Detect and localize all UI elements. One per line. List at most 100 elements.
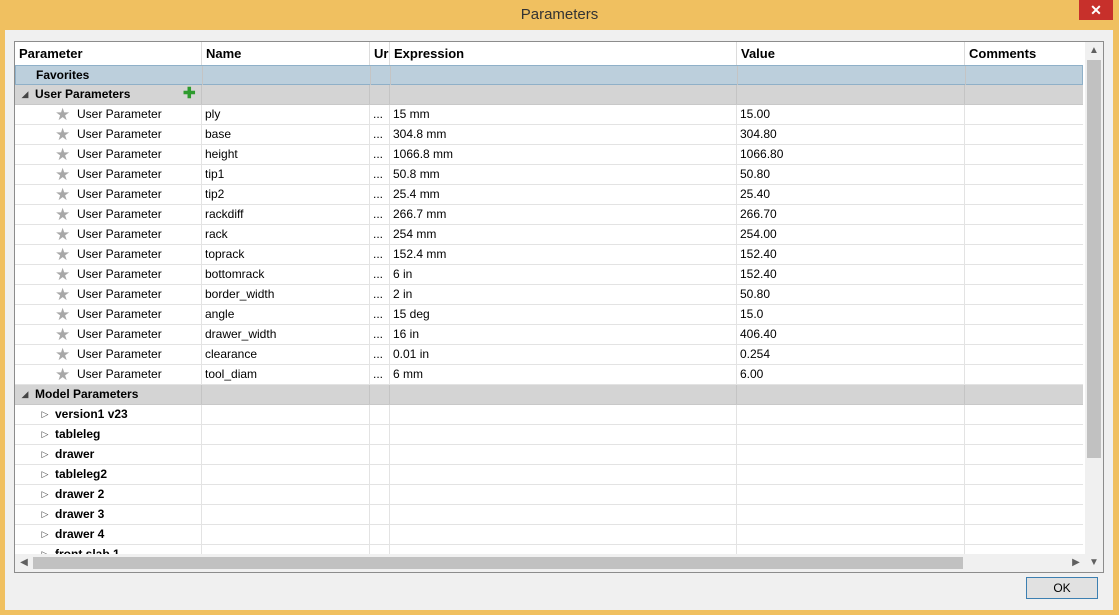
model-parameter-row[interactable]: ▷ drawer 2	[15, 485, 1083, 505]
empty-cell	[965, 405, 1083, 424]
parameter-expression: 6 mm	[390, 365, 737, 384]
user-parameter-row[interactable]: ★ User Parameter rackdiff... 266.7 mm 266.70	[15, 205, 1083, 225]
parameter-value: 406.40	[737, 325, 965, 344]
user-parameter-row[interactable]: ★ User Parameter tip2... 25.4 mm 25.40	[15, 185, 1083, 205]
user-parameter-row[interactable]: ★ User Parameter bottomrack... 6 in 152.40	[15, 265, 1083, 285]
parameter-comment	[965, 185, 1083, 204]
parameter-expression: 254 mm	[390, 225, 737, 244]
empty-cell	[965, 385, 1083, 404]
model-parameter-row[interactable]: ▷ drawer	[15, 445, 1083, 465]
user-parameter-row[interactable]: ★ User Parameter drawer_width... 16 in 406.4…	[15, 325, 1083, 345]
parameter-expression: 6 in	[390, 265, 737, 284]
empty-cell	[202, 85, 370, 104]
user-parameter-row[interactable]: ★ User Parameter tool_diam... 6 mm 6.00	[15, 365, 1083, 385]
parameter-type: User Parameter	[15, 185, 202, 204]
parameter-expression: 25.4 mm	[390, 185, 737, 204]
parameter-unit-button: ...	[370, 325, 390, 344]
user-parameters-group-row[interactable]: ◢ User Parameters ✚	[15, 85, 1083, 105]
user-parameter-row[interactable]: ★ User Parameter base... 304.8 mm 304.80	[15, 125, 1083, 145]
parameter-type: User Parameter	[15, 145, 202, 164]
parameter-name: bottomrack	[202, 265, 370, 284]
close-button[interactable]: ✕	[1079, 0, 1113, 20]
scroll-down-icon[interactable]: ▼	[1085, 554, 1103, 572]
parameter-comment	[965, 145, 1083, 164]
parameter-value: 6.00	[737, 365, 965, 384]
parameter-unit-button: ...	[370, 345, 390, 364]
empty-cell	[390, 465, 737, 484]
parameter-name: border_width	[202, 285, 370, 304]
scroll-right-icon[interactable]: ▶	[1067, 554, 1085, 572]
parameter-type: User Parameter	[15, 365, 202, 384]
empty-cell	[390, 545, 737, 554]
model-parameters-group-row[interactable]: ◢ Model Parameters	[15, 385, 1083, 405]
parameter-unit-button: ...	[370, 185, 390, 204]
empty-cell	[202, 545, 370, 554]
scroll-left-icon[interactable]: ◀	[15, 554, 33, 572]
favorites-group-row[interactable]: Favorites	[15, 65, 1083, 85]
add-parameter-icon[interactable]: ✚	[183, 85, 196, 103]
empty-cell	[737, 405, 965, 424]
parameter-value: 152.40	[737, 265, 965, 284]
column-unit[interactable]: Ur	[370, 42, 390, 65]
user-parameter-row[interactable]: ★ User Parameter ply... 15 mm 15.00	[15, 105, 1083, 125]
empty-cell	[390, 505, 737, 524]
empty-cell	[738, 66, 966, 85]
empty-cell	[202, 485, 370, 504]
parameters-grid: Parameter Name Ur Expression Value Comme…	[14, 41, 1104, 573]
model-parameter-row[interactable]: ▷ drawer 3	[15, 505, 1083, 525]
vertical-scroll-thumb[interactable]	[1087, 60, 1101, 458]
empty-cell	[965, 525, 1083, 544]
column-expression[interactable]: Expression	[390, 42, 737, 65]
user-parameter-row[interactable]: ★ User Parameter toprack... 152.4 mm 152.40	[15, 245, 1083, 265]
parameter-name: toprack	[202, 245, 370, 264]
vertical-scrollbar[interactable]: ▲	[1085, 42, 1103, 554]
empty-cell	[390, 525, 737, 544]
model-component-name: version1 v23	[15, 405, 202, 424]
empty-cell	[371, 66, 391, 85]
parameter-expression: 266.7 mm	[390, 205, 737, 224]
horizontal-scrollbar[interactable]: ◀ ▶	[15, 554, 1085, 572]
column-parameter[interactable]: Parameter	[15, 42, 202, 65]
dialog-client: Parameter Name Ur Expression Value Comme…	[5, 30, 1113, 610]
empty-cell	[370, 405, 390, 424]
model-component-name: tableleg2	[15, 465, 202, 484]
parameter-expression: 50.8 mm	[390, 165, 737, 184]
parameter-type: User Parameter	[15, 305, 202, 324]
empty-cell	[737, 445, 965, 464]
parameter-comment	[965, 365, 1083, 384]
column-comments[interactable]: Comments	[965, 42, 1083, 65]
parameter-unit-button: ...	[370, 145, 390, 164]
model-parameter-row[interactable]: ▷ drawer 4	[15, 525, 1083, 545]
column-name[interactable]: Name	[202, 42, 370, 65]
user-parameter-row[interactable]: ★ User Parameter height... 1066.8 mm 1066.80	[15, 145, 1083, 165]
column-value[interactable]: Value	[737, 42, 965, 65]
user-parameter-row[interactable]: ★ User Parameter rack... 254 mm 254.00	[15, 225, 1083, 245]
parameter-type: User Parameter	[15, 285, 202, 304]
parameter-type: User Parameter	[15, 125, 202, 144]
model-parameter-row[interactable]: ▷ tableleg2	[15, 465, 1083, 485]
parameter-value: 254.00	[737, 225, 965, 244]
horizontal-scroll-thumb[interactable]	[33, 557, 963, 569]
empty-cell	[202, 405, 370, 424]
scroll-up-icon[interactable]: ▲	[1085, 42, 1103, 60]
parameter-comment	[965, 105, 1083, 124]
empty-cell	[202, 445, 370, 464]
empty-cell	[390, 485, 737, 504]
ok-button[interactable]: OK	[1026, 577, 1098, 599]
parameter-unit-button: ...	[370, 365, 390, 384]
model-component-name: drawer 4	[15, 525, 202, 544]
parameter-unit-button: ...	[370, 225, 390, 244]
user-parameter-row[interactable]: ★ User Parameter clearance... 0.01 in 0.254	[15, 345, 1083, 365]
empty-cell	[202, 385, 370, 404]
model-parameter-row[interactable]: ▷ front slab 1	[15, 545, 1083, 554]
parameter-type: User Parameter	[15, 265, 202, 284]
parameter-name: drawer_width	[202, 325, 370, 344]
parameter-value: 1066.80	[737, 145, 965, 164]
user-parameter-row[interactable]: ★ User Parameter tip1... 50.8 mm 50.80	[15, 165, 1083, 185]
parameter-name: tip2	[202, 185, 370, 204]
parameter-unit-button: ...	[370, 105, 390, 124]
model-parameter-row[interactable]: ▷ tableleg	[15, 425, 1083, 445]
user-parameter-row[interactable]: ★ User Parameter border_width... 2 in 50.80	[15, 285, 1083, 305]
user-parameter-row[interactable]: ★ User Parameter angle... 15 deg 15.0	[15, 305, 1083, 325]
model-parameter-row[interactable]: ▷ version1 v23	[15, 405, 1083, 425]
